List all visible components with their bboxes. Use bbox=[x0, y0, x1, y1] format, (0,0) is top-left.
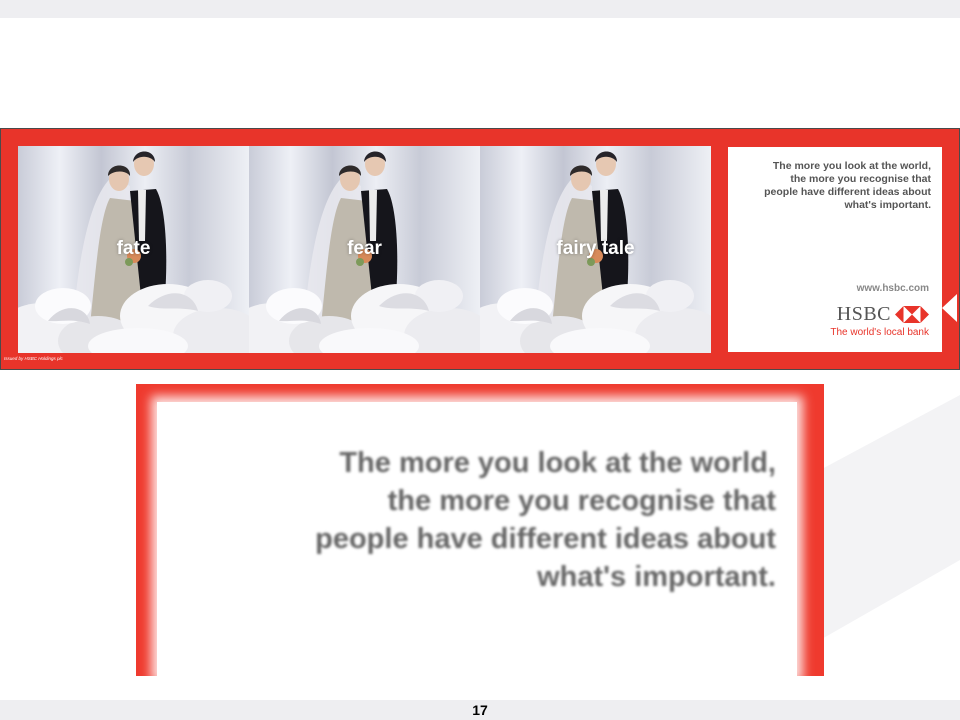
ad-line: what's important. bbox=[844, 199, 931, 211]
photo-caption-fear: fear bbox=[347, 238, 382, 259]
hsbc-hexagon-logo-icon bbox=[895, 306, 929, 323]
wedding-photo-fear: fear bbox=[249, 146, 480, 353]
ad-tagline: The world's local bank bbox=[830, 327, 929, 338]
zoomed-line: The more you look at the world, bbox=[339, 447, 776, 479]
ad-headline: The more you look at the world, the more… bbox=[735, 160, 931, 212]
photo-caption-fairy-tale: fairy tale bbox=[556, 238, 635, 259]
photo-caption-fate: fate bbox=[116, 238, 151, 259]
arrow-notch bbox=[942, 294, 957, 322]
ad-line: the more you recognise that bbox=[790, 173, 931, 185]
zoomed-line: what's important. bbox=[537, 561, 776, 593]
wedding-photo-fate: fate bbox=[18, 146, 249, 353]
issued-note: Issued by HSBC Holdings plc bbox=[4, 356, 63, 361]
page-number: 17 bbox=[472, 702, 488, 718]
ad-copy-panel: The more you look at the world, the more… bbox=[728, 147, 942, 352]
ad-line: people have different ideas about bbox=[764, 186, 931, 198]
zoomed-ad-copy: The more you look at the world, the more… bbox=[136, 384, 824, 676]
ad-url: www.hsbc.com bbox=[856, 283, 929, 294]
zoomed-line: the more you recognise that bbox=[387, 485, 776, 517]
ad-line: The more you look at the world, bbox=[772, 160, 931, 172]
hsbc-logo: HSBC bbox=[837, 303, 929, 326]
logo-wordmark: HSBC bbox=[836, 303, 891, 325]
zoomed-copy-panel: The more you look at the world, the more… bbox=[157, 402, 797, 676]
zoomed-headline: The more you look at the world, the more… bbox=[216, 444, 776, 596]
wedding-photo-fairy-tale: fairy tale bbox=[480, 146, 711, 353]
zoomed-line: people have different ideas about bbox=[315, 523, 776, 555]
hsbc-banner-ad: fate fear fairy tale The more you look a… bbox=[0, 128, 960, 370]
